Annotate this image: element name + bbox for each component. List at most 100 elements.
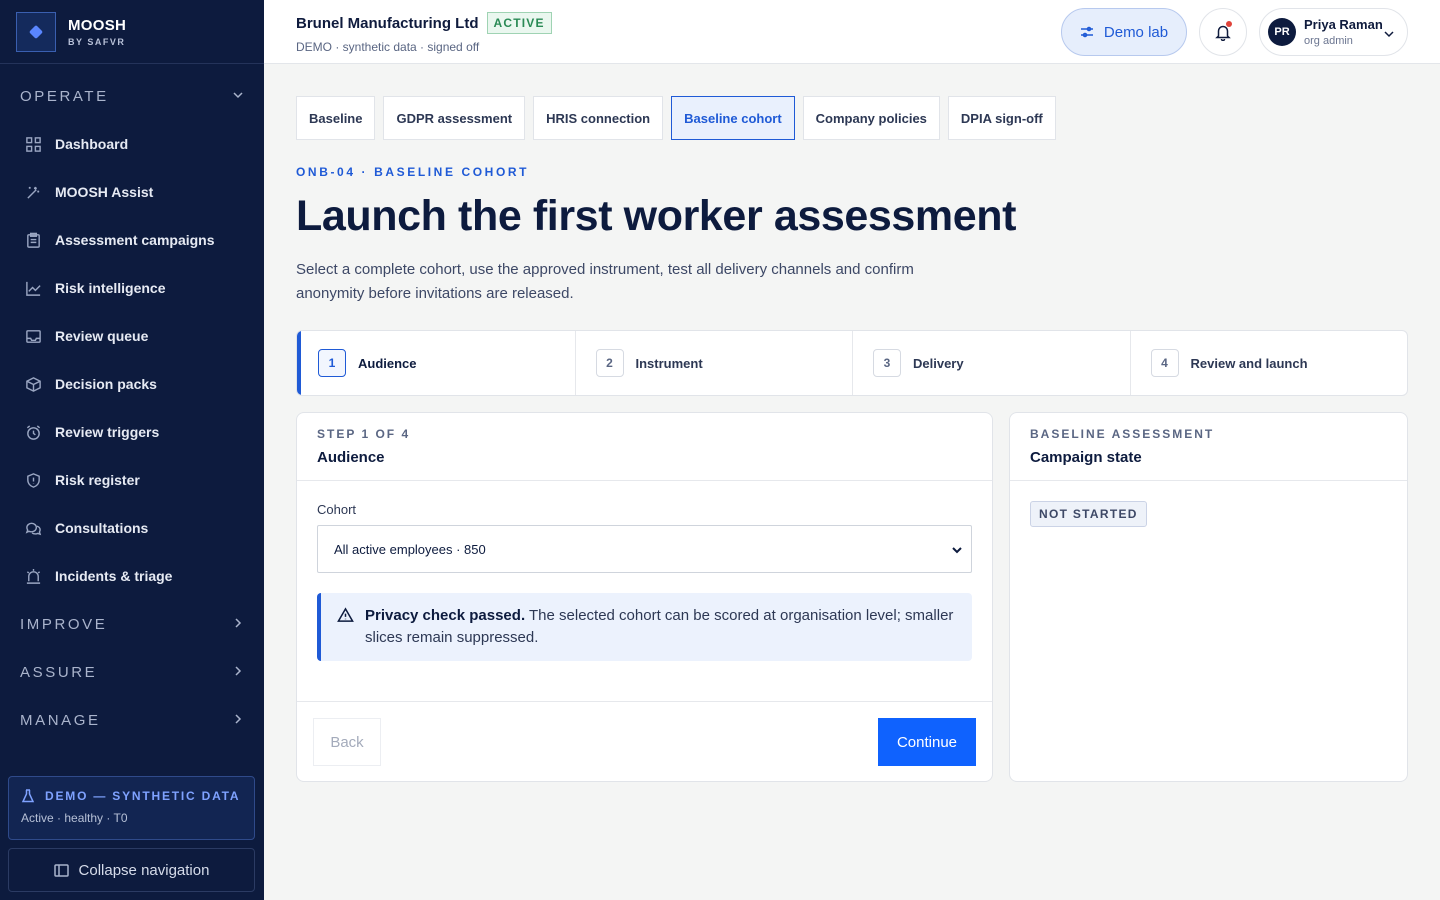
sliders-icon	[1080, 26, 1093, 38]
brand-subtitle: BY SAFVR	[68, 36, 126, 47]
chat-bubbles-icon	[24, 519, 42, 537]
campaign-state-badge: NOT STARTED	[1030, 501, 1147, 527]
step-label: Audience	[358, 355, 417, 371]
page-title: Launch the first worker assessment	[296, 192, 1017, 240]
panel-footer: Back Continue	[297, 701, 992, 781]
status-badge: ACTIVE	[486, 12, 552, 34]
tab-baseline-cohort[interactable]: Baseline cohort	[671, 96, 795, 140]
alert-title: Privacy check passed.	[365, 607, 526, 624]
collapse-navigation-label: Collapse navigation	[78, 861, 210, 879]
step-number: 2	[595, 349, 624, 377]
step-audience[interactable]: 1 Audience	[297, 331, 576, 395]
grid-icon	[24, 135, 42, 153]
onboarding-tabs: Baseline GDPR assessment HRIS connection…	[296, 96, 1056, 140]
demo-lab-button[interactable]: Demo lab	[1061, 8, 1187, 56]
flask-icon	[21, 789, 35, 803]
tab-dpia-sign-off[interactable]: DPIA sign-off	[947, 96, 1056, 140]
section-operate-label: OPERATE	[20, 87, 109, 105]
collapse-navigation-button[interactable]: Collapse navigation	[8, 848, 255, 892]
privacy-check-alert: Privacy check passed. The selected cohor…	[317, 593, 972, 661]
cohort-select[interactable]: All active employees · 850	[317, 525, 972, 573]
organisation-meta: DEMO · synthetic data · signed off	[296, 40, 480, 54]
panel-eyebrow: BASELINE ASSESSMENT	[1030, 427, 1215, 441]
wizard-stepper: 1 Audience 2 Instrument 3 Delivery 4 Rev…	[296, 330, 1408, 396]
sidebar-item-label: Review triggers	[55, 424, 160, 440]
chart-line-icon	[24, 279, 42, 297]
sidebar-item-consultations[interactable]: Consultations	[0, 504, 264, 552]
step-label: Delivery	[913, 355, 964, 371]
package-icon	[24, 375, 42, 393]
organisation-switcher[interactable]: Brunel Manufacturing Ltd ACTIVE DEMO · s…	[296, 12, 552, 54]
user-menu[interactable]: PR Priya Raman org admin	[1259, 8, 1408, 56]
cohort-select-value: All active employees · 850	[334, 541, 486, 557]
step-label: Instrument	[635, 355, 703, 371]
chevron-right-icon	[232, 617, 244, 632]
panel-title: Audience	[317, 449, 385, 466]
warning-triangle-icon	[337, 607, 355, 625]
page-eyebrow: ONB-04 · BASELINE COHORT	[296, 165, 530, 179]
campaign-state-panel: BASELINE ASSESSMENT Campaign state NOT S…	[1009, 412, 1408, 782]
sidebar-item-label: Assessment campaigns	[55, 232, 215, 248]
chevron-down-icon	[232, 89, 244, 104]
section-assure[interactable]: ASSURE	[0, 648, 264, 696]
step-instrument[interactable]: 2 Instrument	[576, 331, 853, 395]
brand-logo-icon	[16, 11, 56, 52]
step-delivery[interactable]: 3 Delivery	[853, 331, 1131, 395]
sidebar-item-review-queue[interactable]: Review queue	[0, 312, 264, 360]
sidebar-item-risk-intelligence[interactable]: Risk intelligence	[0, 264, 264, 312]
sidebar-item-label: Risk intelligence	[55, 280, 166, 296]
alarm-clock-icon	[24, 423, 42, 441]
demo-environment-title: DEMO — SYNTHETIC DATA	[45, 789, 241, 803]
sidebar-item-label: Review queue	[55, 328, 149, 344]
shield-icon	[24, 471, 42, 489]
tab-hris-connection[interactable]: HRIS connection	[533, 96, 664, 140]
step-number: 3	[873, 349, 901, 377]
user-name: Priya Raman	[1304, 17, 1383, 32]
sidebar-item-label: Risk register	[55, 472, 140, 488]
chevron-down-icon	[951, 544, 963, 556]
step-number: 1	[318, 349, 346, 377]
demo-lab-label: Demo lab	[1103, 23, 1169, 41]
sidebar-item-moosh-assist[interactable]: MOOSH Assist	[0, 168, 264, 216]
magic-wand-icon	[24, 183, 42, 201]
sidebar-item-label: Consultations	[55, 520, 149, 536]
chevron-right-icon	[232, 713, 244, 728]
section-improve[interactable]: IMPROVE	[0, 600, 264, 648]
step-number: 4	[1150, 349, 1179, 377]
sidebar-item-dashboard[interactable]: Dashboard	[0, 120, 264, 168]
tab-baseline[interactable]: Baseline	[296, 96, 376, 140]
section-manage-label: MANAGE	[20, 711, 101, 729]
tab-company-policies[interactable]: Company policies	[802, 96, 940, 140]
chevron-right-icon	[232, 665, 244, 680]
back-button[interactable]: Back	[313, 718, 381, 766]
siren-icon	[24, 567, 42, 585]
cohort-label: Cohort	[317, 502, 357, 517]
continue-button[interactable]: Continue	[878, 718, 976, 766]
page-subtitle: Select a complete cohort, use the approv…	[296, 261, 914, 302]
sidebar-item-incidents-triage[interactable]: Incidents & triage	[0, 552, 264, 600]
brand[interactable]: MOOSH BY SAFVR	[0, 0, 264, 64]
section-assure-label: ASSURE	[20, 663, 98, 681]
sidebar-panel-icon	[53, 863, 69, 877]
tab-gdpr-assessment[interactable]: GDPR assessment	[383, 96, 526, 140]
sidebar-item-decision-packs[interactable]: Decision packs	[0, 360, 264, 408]
sidebar-item-label: Dashboard	[55, 136, 129, 152]
top-bar: Brunel Manufacturing Ltd ACTIVE DEMO · s…	[264, 0, 1440, 64]
sidebar-item-label: MOOSH Assist	[55, 184, 154, 200]
section-manage[interactable]: MANAGE	[0, 696, 264, 744]
step-review-and-launch[interactable]: 4 Review and launch	[1131, 331, 1408, 395]
section-operate[interactable]: OPERATE	[0, 72, 264, 120]
brand-name: MOOSH	[68, 16, 127, 34]
sidebar-item-assessment-campaigns[interactable]: Assessment campaigns	[0, 216, 264, 264]
demo-environment-card[interactable]: DEMO — SYNTHETIC DATA Active · healthy ·…	[8, 776, 255, 840]
sidebar-item-review-triggers[interactable]: Review triggers	[0, 408, 264, 456]
audience-panel: STEP 1 OF 4 Audience Cohort All active e…	[296, 412, 993, 782]
organisation-name: Brunel Manufacturing Ltd	[296, 14, 479, 32]
notifications-button[interactable]	[1199, 8, 1247, 56]
step-label: Review and launch	[1190, 355, 1308, 371]
section-improve-label: IMPROVE	[20, 615, 108, 633]
chevron-down-icon	[1383, 27, 1395, 39]
sidebar-item-risk-register[interactable]: Risk register	[0, 456, 264, 504]
sidebar: MOOSH BY SAFVR OPERATE Dashboard MOOSH A…	[0, 0, 264, 900]
notification-dot	[1226, 21, 1232, 27]
